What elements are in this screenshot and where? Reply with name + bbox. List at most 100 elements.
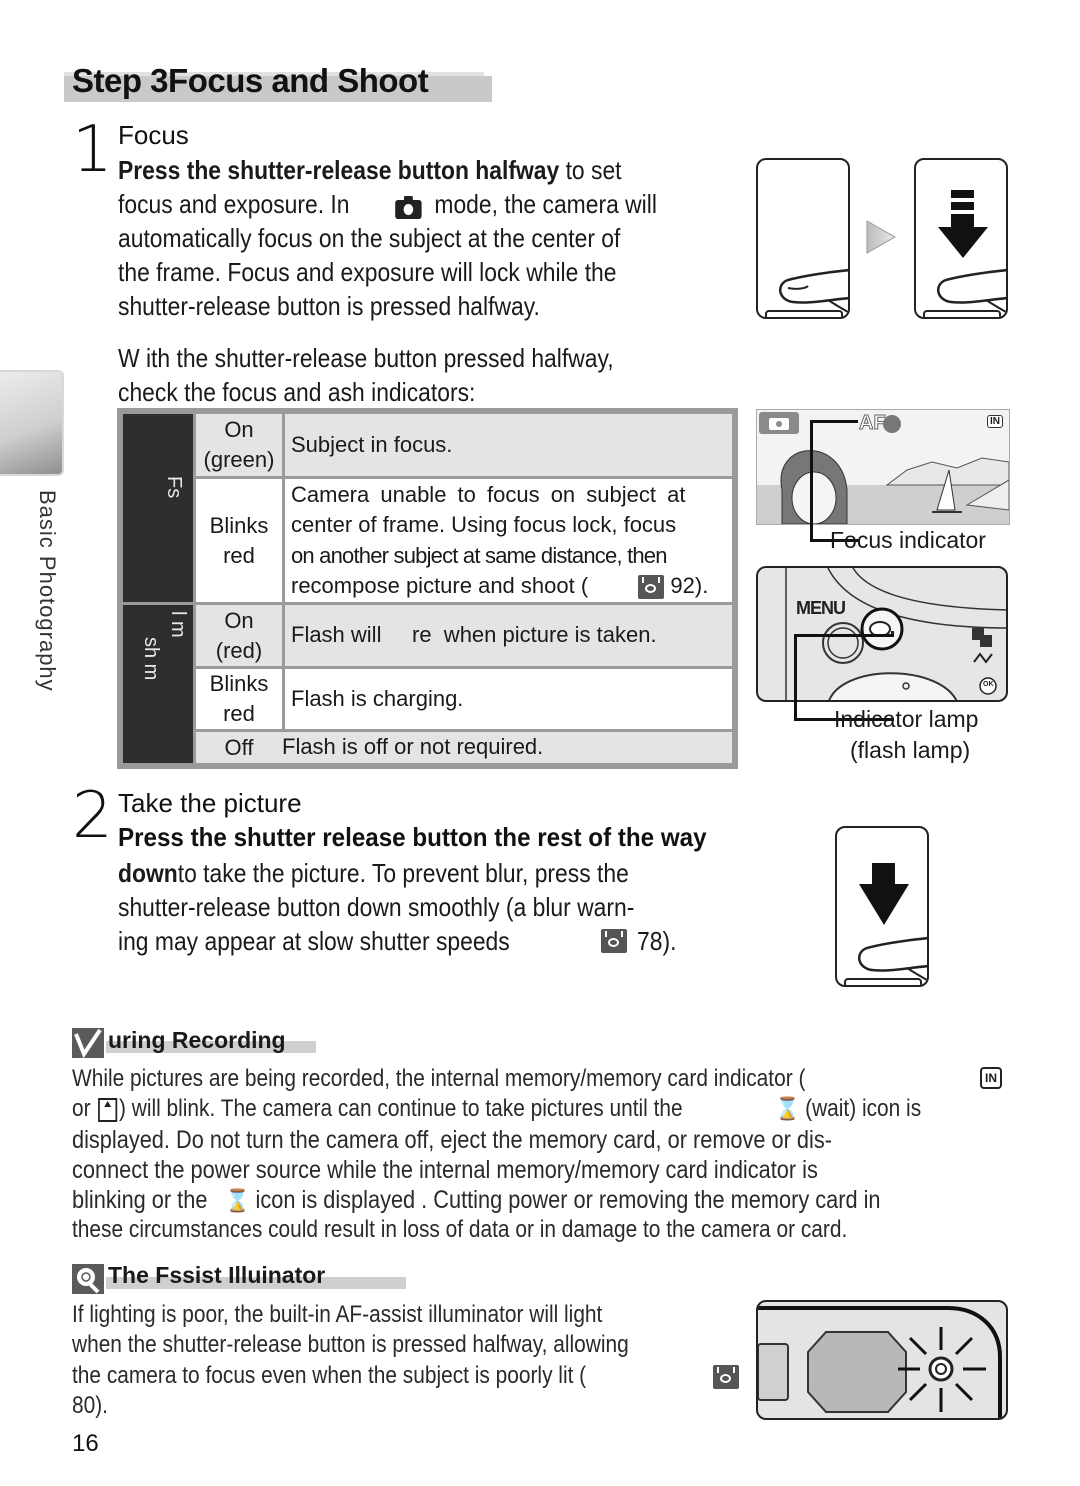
af-illuminator-illustration: [756, 1300, 1008, 1420]
next-arrow-icon: [866, 220, 897, 259]
flash-group-label-line-1: l m: [167, 611, 189, 638]
step-1-line-2: focus and exposure. In mode, the camera …: [118, 187, 657, 222]
step-2-instruction-bold: Press the shutter release button the res…: [118, 822, 707, 852]
page-title: Step 3Focus and Shoot: [72, 62, 429, 99]
eye-reference-icon: [601, 929, 627, 953]
table-row-flash-blink-state: Blinks red: [196, 669, 282, 729]
step-1-line-3: automatically focus on the subject at th…: [118, 223, 621, 253]
description-text: recompose picture and shoot (: [291, 573, 589, 598]
state-line: red: [223, 701, 255, 726]
state-line: red: [223, 542, 255, 568]
table-row-flash-blink-description: Flash is charging.: [285, 669, 732, 729]
page-reference: 92).: [670, 573, 709, 598]
memory-card-icon: [98, 1097, 118, 1122]
step-2-line-3: ing may appear at slow shutter speeds: [118, 926, 510, 956]
indicator-lamp-label: Indicator lamp: [834, 706, 979, 732]
step-number-1: 1: [72, 113, 113, 187]
ok-button-label: OK: [983, 681, 994, 688]
eye-reference-icon: [713, 1365, 739, 1389]
description-line: center of frame. Using focus lock, focus: [291, 512, 677, 537]
table-row-flash-off-state: Off: [196, 732, 282, 763]
step-2-heading: Take the picture: [118, 788, 302, 818]
internal-memory-icon: IN: [980, 1067, 1002, 1089]
focus-indicator-label: Focus indicator: [830, 527, 986, 553]
table-row-focus-blink-description: Camera unable to focus on subject at cen…: [285, 479, 732, 602]
step-2-line-1-rest: to take the picture. To prevent blur, pr…: [177, 858, 629, 888]
state-line: Blinks: [209, 671, 269, 696]
check-line-1: W ith the shutter-release button pressed…: [118, 343, 614, 373]
focus-group-label-text: Fs: [163, 476, 185, 499]
step-1-line-5: shutter-release button is pressed halfwa…: [118, 291, 540, 321]
menu-button-label: MENU: [796, 598, 846, 618]
eye-reference-icon: [638, 575, 665, 600]
table-row-flash-on-state: On (red): [196, 605, 282, 666]
text: ) will blink. The camera can continue to…: [118, 1095, 683, 1122]
text: icon is displayed . Cutting power or rem…: [255, 1186, 881, 1214]
table-row-focus-blink-state: Blinks red: [196, 479, 282, 602]
state-line: On: [224, 607, 254, 633]
note-recording-heading: uring Recording: [108, 1027, 286, 1053]
internal-memory-icon: IN: [987, 415, 1003, 428]
text: or: [72, 1095, 91, 1122]
step-1-line-2-post: mode, the camera will: [434, 189, 657, 219]
focus-indicator-dot: [883, 415, 901, 433]
table-row-flash-off-description: Flash is off or not required.: [282, 732, 732, 763]
full-press-illustration: [835, 826, 929, 987]
step-1-line-2-pre: focus and exposure. In: [118, 189, 350, 219]
lamp-icon: [72, 1264, 104, 1294]
step-number-2: 2: [72, 779, 113, 853]
step-2-line-2: shutter-release button down smoothly (a …: [118, 892, 635, 922]
step-2-bold-word: down: [118, 858, 178, 888]
note-af-line-3: the camera to focus even when the subjec…: [72, 1362, 587, 1389]
flash-group-label-line-2: sh m: [140, 637, 162, 681]
description-text: Flash is off or not required.: [282, 734, 544, 760]
hourglass-icon: ⌛: [775, 1096, 800, 1121]
note-af-line-2: when the shutter-release button is press…: [72, 1331, 629, 1358]
note-af-heading: The Fssist Illuinator: [108, 1262, 326, 1288]
note-recording-line-2: or ) will blink. The camera can continue…: [72, 1094, 921, 1125]
table-row-flash-on-description: Flash will re when picture is taken.: [285, 605, 732, 666]
section-label: Basic Photography: [35, 490, 60, 692]
text: blinking or the: [72, 1186, 208, 1214]
step-2-page-reference: 78).: [637, 926, 677, 956]
note-recording-line-6: these circumstances could result in loss…: [72, 1216, 848, 1243]
description-text: Flash will re when picture is taken.: [291, 622, 657, 648]
description-line: on another subject at same distance, the…: [291, 542, 667, 568]
note-recording-line-5: blinking or the ⌛ icon is displayed . Cu…: [72, 1185, 881, 1217]
page-number: 16: [72, 1430, 99, 1457]
note-af-line-1: If lighting is poor, the built-in AF-ass…: [72, 1301, 603, 1328]
check-line-2: check the focus and ash indicators:: [118, 377, 476, 407]
note-recording-line-1: While pictures are being recorded, the i…: [72, 1065, 806, 1092]
af-indicator-text: AF: [859, 412, 887, 435]
description-text: Flash is charging.: [291, 685, 464, 711]
flash-lamp-label: (flash lamp): [850, 737, 971, 763]
hourglass-icon: ⌛: [225, 1188, 250, 1213]
description-line: Camera unable to focus on subject at: [291, 481, 686, 507]
state-line: (red): [215, 637, 263, 663]
step-1-instruction-bold: Press the shutter-release button halfway: [118, 155, 560, 185]
step-1-instruction-rest: to set: [565, 155, 622, 185]
camera-icon: [395, 194, 423, 220]
text: (wait) icon is: [805, 1095, 922, 1122]
half-press-illustration: [914, 158, 1008, 319]
description-line: recompose picture and shoot ( 92).: [291, 571, 708, 602]
focus-indicator-leader-line: [810, 420, 858, 542]
state-line: On: [224, 417, 254, 442]
step-1-line-1: Press the shutter-release button halfway…: [118, 153, 622, 188]
note-recording-line-4: connect the power source while the inter…: [72, 1156, 818, 1184]
indicator-table: Fs On (green) Subject in focus. Blinks r…: [117, 408, 738, 769]
state-line: (green): [203, 447, 275, 472]
flash-group-label: sh m l m: [123, 605, 193, 763]
step-2-line-1: downto take the picture. To prevent blur…: [118, 856, 629, 891]
description-text: Subject in focus.: [291, 431, 453, 457]
section-tab: [0, 370, 64, 476]
state-line: Off: [224, 734, 254, 760]
note-af-line-4: 80).: [72, 1392, 108, 1419]
monitor-illustration: AF IN: [756, 409, 1010, 525]
note-recording-line-3: displayed. Do not turn the camera off, e…: [72, 1126, 832, 1154]
finger-on-shutter-illustration: [756, 158, 850, 319]
step-1-line-4: the frame. Focus and exposure will lock …: [118, 257, 617, 287]
table-row-focus-on-state: On (green): [196, 414, 282, 476]
checkmark-icon: [72, 1028, 104, 1059]
state-line: Blinks: [209, 512, 269, 538]
